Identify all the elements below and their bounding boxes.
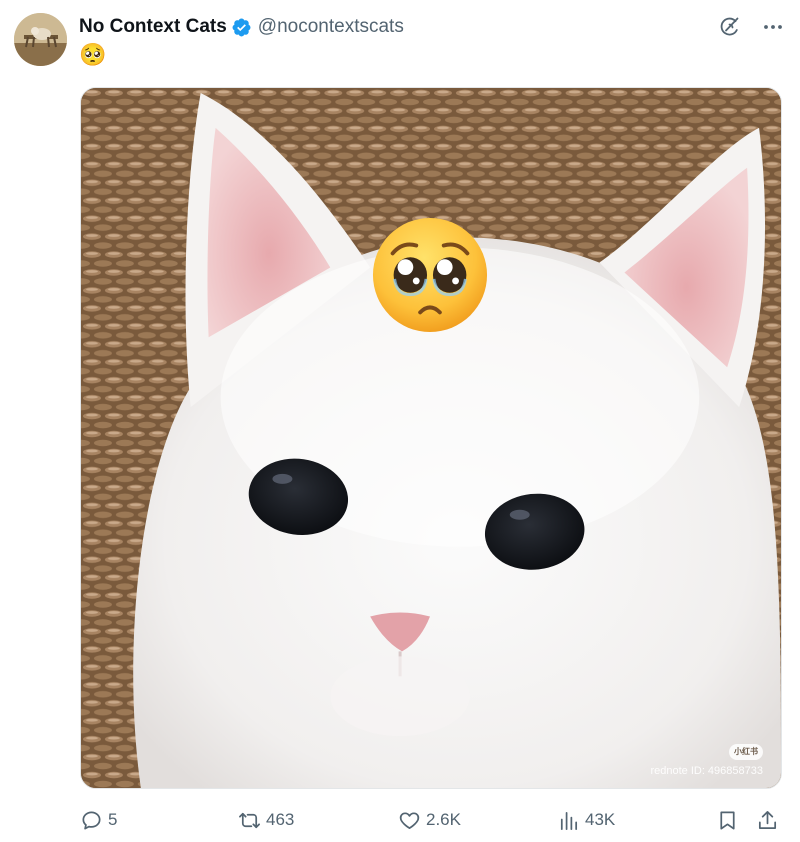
- grok-icon[interactable]: [716, 14, 742, 40]
- bookmark-icon: [720, 810, 735, 830]
- cat-photo: [81, 88, 781, 788]
- user-handle[interactable]: @nocontextscats: [258, 16, 404, 38]
- display-name[interactable]: No Context Cats: [79, 16, 227, 38]
- avatar[interactable]: [14, 13, 67, 66]
- repost-icon: [239, 812, 260, 828]
- heart-icon: [399, 811, 420, 829]
- action-bar: 5 463 2.6K 43K: [80, 806, 786, 834]
- watermark-logo: 小红书: [729, 744, 763, 760]
- reply-button[interactable]: 5: [80, 806, 117, 834]
- watermark: 小红书 rednote ID: 496858733: [650, 744, 763, 778]
- reply-icon: [82, 810, 101, 830]
- views-count: 43K: [585, 810, 616, 829]
- share-icon: [758, 810, 777, 829]
- repost-button[interactable]: 463: [238, 806, 294, 834]
- more-icon[interactable]: [760, 14, 786, 40]
- share-button[interactable]: [756, 806, 779, 834]
- tweet-text: 🥺: [79, 42, 107, 67]
- tweet-header: No Context Cats @nocontextscats: [79, 14, 404, 40]
- avatar-image: [14, 13, 67, 66]
- reply-count: 5: [108, 810, 118, 829]
- views-icon: [560, 811, 578, 830]
- verified-badge-icon: [231, 17, 252, 38]
- like-button[interactable]: 2.6K: [398, 806, 461, 834]
- watermark-text: rednote ID: 496858733: [650, 765, 763, 777]
- views-button[interactable]: 43K: [557, 806, 615, 834]
- tweet: No Context Cats @nocontextscats 🥺 小红书 re…: [0, 0, 800, 842]
- bookmark-button[interactable]: [716, 806, 739, 834]
- header-icons: [716, 14, 786, 40]
- like-count: 2.6K: [426, 810, 461, 829]
- pleading-face-icon: [371, 216, 489, 334]
- repost-count: 463: [266, 810, 295, 829]
- tweet-media[interactable]: 小红书 rednote ID: 496858733: [80, 87, 782, 789]
